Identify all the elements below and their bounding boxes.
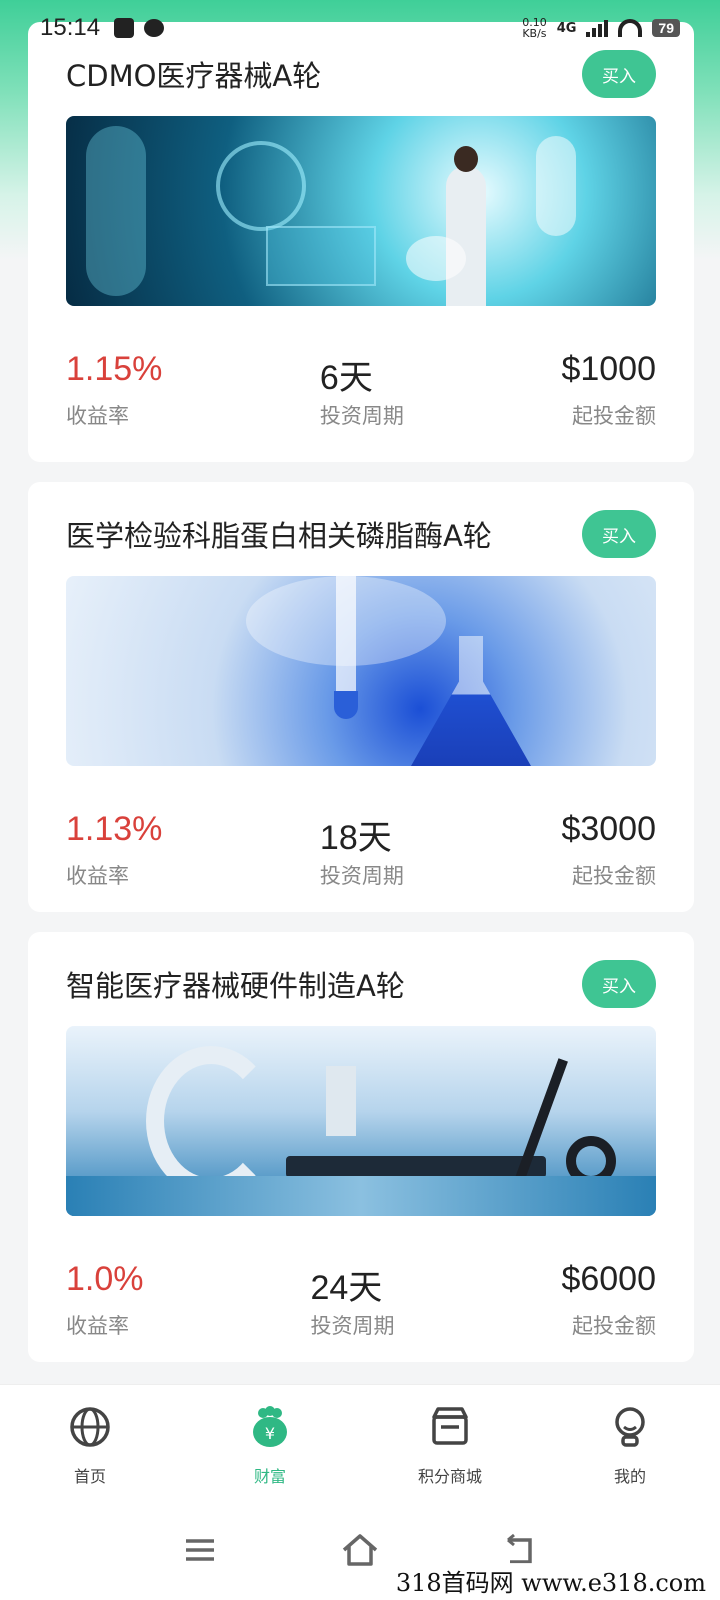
menu-nav-icon[interactable] xyxy=(180,1530,220,1570)
buy-button[interactable]: 买入 xyxy=(582,960,656,1008)
product-card[interactable]: 智能医疗器械硬件制造A轮 买入 1.0% 收益率 24天 投资周期 $6000 … xyxy=(28,932,694,1362)
period-stat: 18天 投资周期 xyxy=(320,810,404,890)
buy-button[interactable]: 买入 xyxy=(582,510,656,558)
min-amount: $3000 xyxy=(561,810,656,848)
medical-technology-image xyxy=(66,116,656,306)
tab-home[interactable]: 首页 xyxy=(0,1385,180,1500)
svg-text:¥: ¥ xyxy=(265,1424,275,1443)
product-list: CDMO医疗器械A轮 买入 1.15% 收益率 6天 投资周期 $1000 起投… xyxy=(28,22,694,1382)
yield-stat: 1.0% 收益率 xyxy=(66,1260,144,1340)
tab-label: 我的 xyxy=(613,1467,646,1486)
investment-period: 18天 xyxy=(319,819,392,857)
signal-icon xyxy=(586,19,609,37)
product-title: CDMO医疗器械A轮 xyxy=(66,59,322,93)
amount-label: 起投金额 xyxy=(571,1314,656,1338)
user-icon xyxy=(608,1405,652,1449)
tab-label: 财富 xyxy=(253,1467,286,1486)
product-title: 智能医疗器械硬件制造A轮 xyxy=(66,969,405,1003)
tab-label: 积分商城 xyxy=(417,1467,482,1486)
globe-icon xyxy=(68,1405,112,1449)
status-time: 15:14 xyxy=(40,14,101,41)
min-amount: $1000 xyxy=(561,350,656,388)
store-icon xyxy=(428,1405,472,1449)
amount-label: 起投金额 xyxy=(571,404,656,428)
period-label: 投资周期 xyxy=(319,404,404,428)
yield-stat: 1.13% 收益率 xyxy=(66,810,162,890)
yield-rate: 1.15% xyxy=(66,350,163,388)
yield-rate: 1.0% xyxy=(66,1260,144,1298)
investment-period: 6天 xyxy=(319,359,373,397)
min-amount: $6000 xyxy=(561,1260,656,1298)
tab-points-mall[interactable]: 积分商城 xyxy=(360,1385,540,1500)
site-watermark: 318首码网 www.e318.com xyxy=(389,1563,712,1598)
yield-label: 收益率 xyxy=(66,864,129,888)
net-speed: 0.10 KB/s xyxy=(522,16,547,40)
investment-period: 24天 xyxy=(310,1269,383,1307)
yield-label: 收益率 xyxy=(66,404,129,428)
amount-stat: $1000 起投金额 xyxy=(561,350,656,430)
yield-rate: 1.13% xyxy=(66,810,163,848)
bottom-tab-bar: 首页 ¥ 财富 积分商城 我的 xyxy=(0,1384,720,1500)
tab-label: 首页 xyxy=(73,1467,106,1486)
home-nav-icon[interactable] xyxy=(340,1530,380,1570)
period-stat: 24天 投资周期 xyxy=(310,1260,394,1340)
laboratory-flask-image xyxy=(66,576,656,766)
amount-label: 起投金额 xyxy=(571,864,656,888)
chat-icon xyxy=(144,19,165,37)
operating-room-image xyxy=(66,1026,656,1216)
period-label: 投资周期 xyxy=(319,864,404,888)
network-type: 4G xyxy=(556,20,577,36)
product-card[interactable]: CDMO医疗器械A轮 买入 1.15% 收益率 6天 投资周期 $1000 起投… xyxy=(28,22,694,462)
tab-wealth[interactable]: ¥ 财富 xyxy=(180,1385,360,1500)
product-card[interactable]: 医学检验科脂蛋白相关磷脂酶A轮 买入 1.13% 收益率 18天 投资周期 $3… xyxy=(28,482,694,912)
status-bar: 15:14 0.10 KB/s 4G 79 xyxy=(0,0,720,56)
yield-label: 收益率 xyxy=(66,1314,129,1338)
app-notification-icon xyxy=(114,18,135,38)
period-stat: 6天 投资周期 xyxy=(320,350,404,430)
battery-indicator: 79 xyxy=(652,19,680,37)
product-title: 医学检验科脂蛋白相关磷脂酶A轮 xyxy=(66,519,492,553)
buy-button[interactable]: 买入 xyxy=(582,50,656,98)
money-bag-icon: ¥ xyxy=(248,1405,292,1449)
tab-mine[interactable]: 我的 xyxy=(540,1385,720,1500)
amount-stat: $3000 起投金额 xyxy=(561,810,656,890)
period-label: 投资周期 xyxy=(310,1314,395,1338)
yield-stat: 1.15% 收益率 xyxy=(66,350,162,430)
amount-stat: $6000 起投金额 xyxy=(561,1260,656,1340)
wifi-icon xyxy=(618,19,643,37)
